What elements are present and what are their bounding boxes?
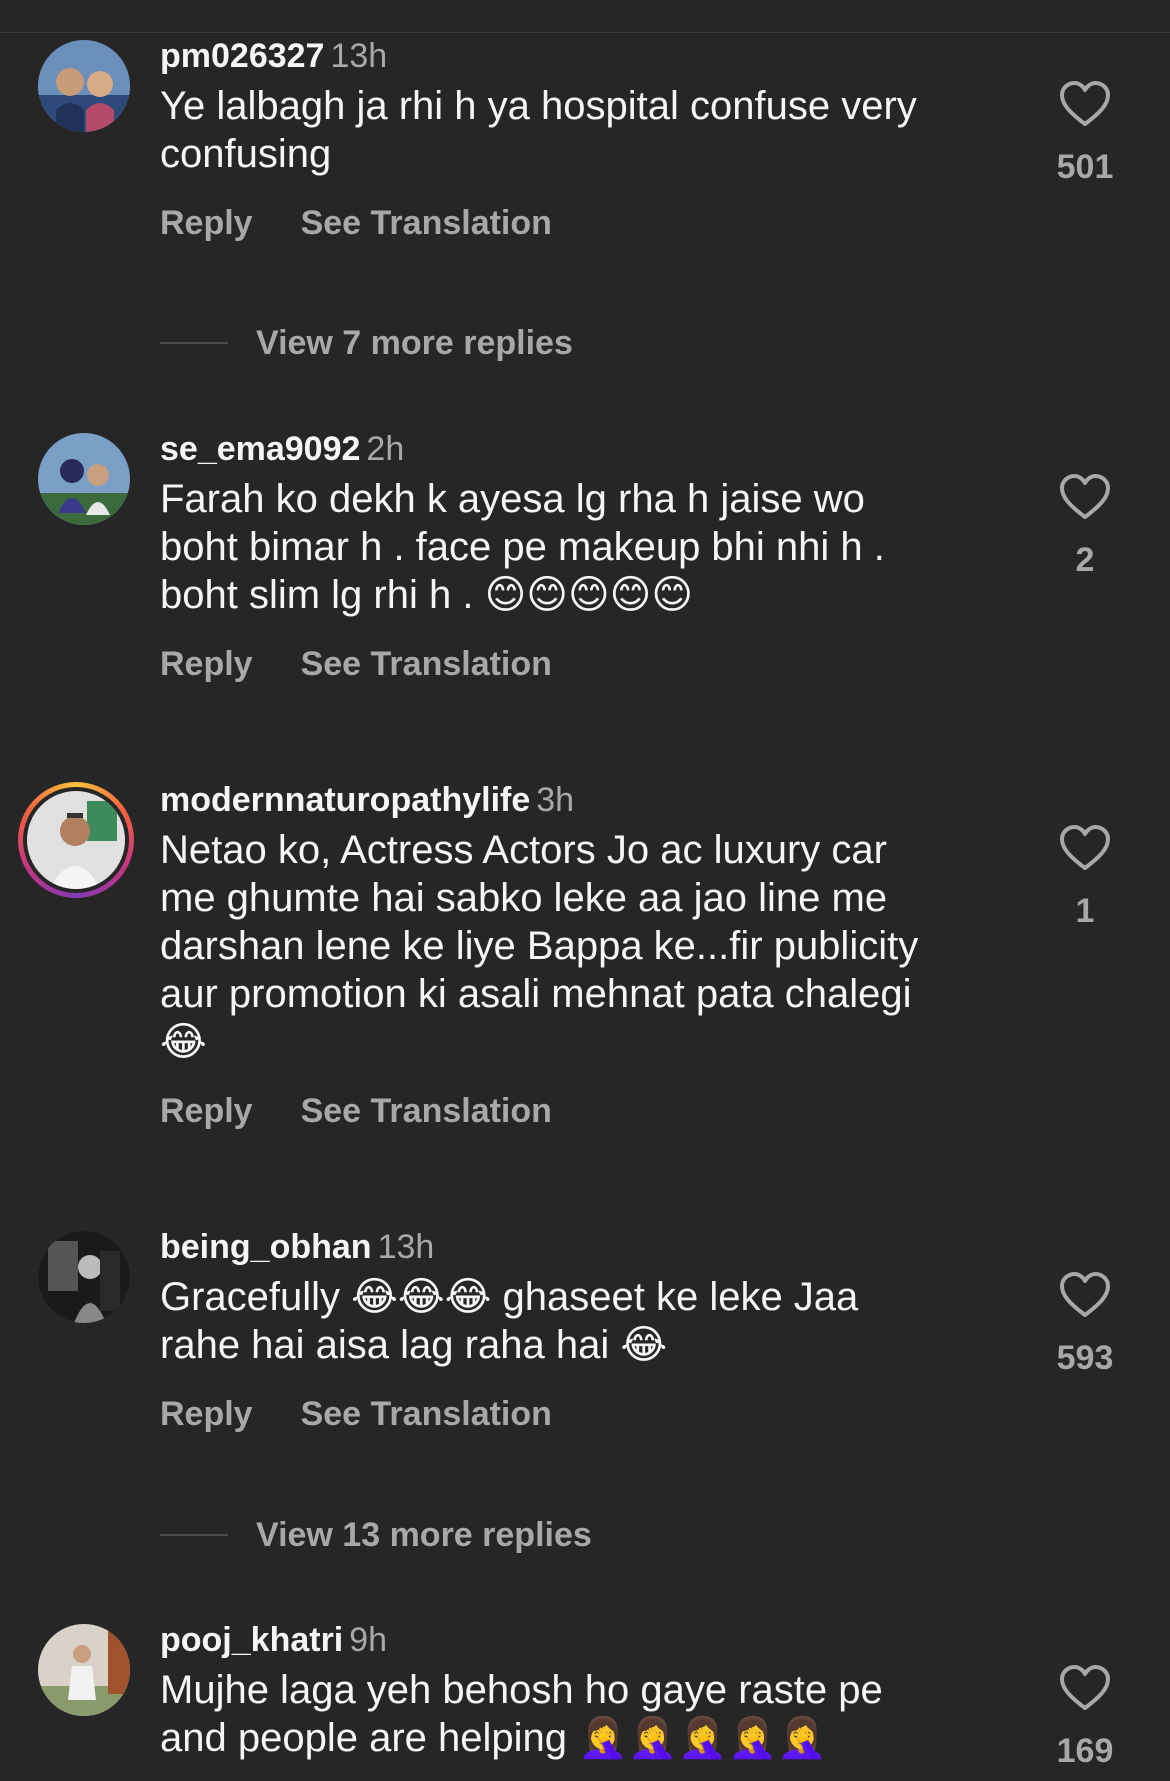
divider-line [160, 342, 228, 344]
comment-username[interactable]: se_ema9092 [160, 430, 360, 468]
see-translation-button[interactable]: See Translation [301, 1395, 552, 1433]
view-more-replies-button[interactable]: View 13 more replies [160, 1510, 860, 1560]
like-count: 593 [1056, 1339, 1114, 1377]
view-more-replies-label: View 7 more replies [256, 324, 573, 362]
comment-username[interactable]: modernnaturopathylife [160, 781, 530, 819]
comment-time: 3h [536, 781, 575, 819]
heart-outline-icon [1060, 1665, 1110, 1710]
see-translation-button[interactable]: See Translation [301, 204, 552, 242]
top-divider [0, 32, 1170, 33]
avatar[interactable] [38, 433, 130, 525]
comment-text: Netao ko, Actress Actors Jo ac luxury ca… [160, 828, 919, 1064]
avatar[interactable] [38, 1624, 130, 1716]
like-button[interactable]: 169 [1040, 1664, 1130, 1771]
reply-button[interactable]: Reply [160, 645, 253, 683]
divider-line [160, 1534, 228, 1536]
comment-username[interactable]: pooj_khatri [160, 1621, 343, 1659]
view-more-replies-button[interactable]: View 7 more replies [160, 318, 860, 368]
comment-text: Mujhe laga yeh behosh ho gaye raste pe a… [160, 1668, 883, 1760]
heart-outline-icon [1060, 474, 1110, 519]
view-more-replies-label: View 13 more replies [256, 1516, 592, 1554]
comment-time: 2h [366, 430, 405, 468]
see-translation-button[interactable]: See Translation [301, 1092, 552, 1130]
story-ring[interactable] [18, 782, 134, 898]
heart-outline-icon [1060, 81, 1110, 126]
comment-username[interactable]: pm026327 [160, 37, 324, 75]
avatar[interactable] [27, 791, 125, 889]
like-count: 1 [1075, 892, 1095, 930]
reply-button[interactable]: Reply [160, 204, 253, 242]
see-translation-button[interactable]: See Translation [301, 645, 552, 683]
comment-text: Ye lalbagh ja rhi h ya hospital confuse … [160, 84, 917, 176]
like-button[interactable]: 593 [1040, 1271, 1130, 1378]
like-count: 501 [1056, 148, 1114, 186]
like-button[interactable]: 501 [1040, 80, 1130, 187]
reply-button[interactable]: Reply [160, 1092, 253, 1130]
like-button[interactable]: 2 [1040, 473, 1130, 580]
heart-outline-icon [1060, 825, 1110, 870]
avatar[interactable] [38, 40, 130, 132]
avatar[interactable] [38, 1231, 130, 1323]
like-count: 169 [1056, 1732, 1114, 1770]
comment-username[interactable]: being_obhan [160, 1228, 372, 1266]
reply-button[interactable]: Reply [160, 1395, 253, 1433]
comment-text: Farah ko dekh k ayesa lg rha h jaise wo … [160, 477, 885, 617]
comment-text: Gracefully 😂😂😂 ghaseet ke leke Jaa rahe … [160, 1275, 859, 1367]
like-button[interactable]: 1 [1040, 824, 1130, 931]
comment-time: 13h [330, 37, 388, 75]
heart-outline-icon [1060, 1272, 1110, 1317]
like-count: 2 [1075, 541, 1095, 579]
comment-time: 9h [349, 1621, 388, 1659]
comment-time: 13h [377, 1228, 435, 1266]
